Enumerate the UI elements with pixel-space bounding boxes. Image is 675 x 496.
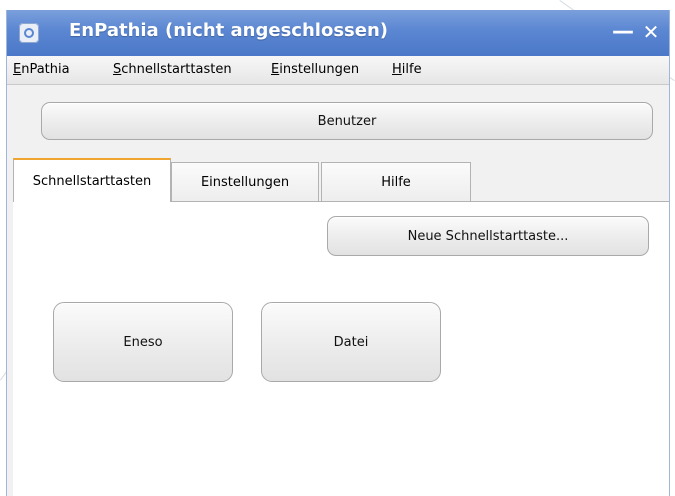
window-title: EnPathia (nicht angeschlossen) xyxy=(69,20,388,41)
menu-einstellungen-label: instellungen xyxy=(279,62,360,77)
shortcut-eneso-button[interactable]: Eneso xyxy=(53,302,233,382)
tab-schnellstarttasten[interactable]: Schnellstarttasten xyxy=(13,158,171,202)
menu-einstellungen-mnemonic: E xyxy=(271,62,280,77)
minimize-button[interactable]: — xyxy=(609,18,637,46)
menu-schnellstarttasten-label: chnellstarttasten xyxy=(121,62,232,77)
user-button[interactable]: Benutzer xyxy=(41,102,653,140)
menu-bar: EnPathia Schnellstarttasten Einstellunge… xyxy=(7,56,669,85)
app-icon[interactable] xyxy=(19,23,39,43)
main-area: Benutzer Schnellstarttasten Einstellunge… xyxy=(7,85,669,496)
menu-enpathia-mnemonic: E xyxy=(13,62,22,77)
close-button[interactable]: ✕ xyxy=(637,18,665,46)
new-shortcut-button[interactable]: Neue Schnellstarttaste... xyxy=(327,216,649,256)
menu-enpathia-label: nPathia xyxy=(21,62,70,77)
shortcuts-panel: Neue Schnellstarttaste... Eneso Datei xyxy=(13,201,669,496)
menu-hilfe-mnemonic: H xyxy=(392,62,402,77)
menu-hilfe[interactable]: Hilfe xyxy=(392,62,422,77)
tab-hilfe[interactable]: Hilfe xyxy=(321,162,471,202)
title-bar[interactable]: EnPathia (nicht angeschlossen) — ✕ xyxy=(7,10,669,56)
menu-enpathia[interactable]: EnPathia xyxy=(13,62,70,77)
tab-einstellungen[interactable]: Einstellungen xyxy=(171,162,319,202)
shortcut-datei-button[interactable]: Datei xyxy=(261,302,441,382)
menu-hilfe-label: ilfe xyxy=(401,62,422,77)
app-window: EnPathia (nicht angeschlossen) — ✕ EnPat… xyxy=(6,10,670,496)
menu-einstellungen[interactable]: Einstellungen xyxy=(271,62,359,77)
menu-schnellstarttasten[interactable]: Schnellstarttasten xyxy=(113,62,232,77)
